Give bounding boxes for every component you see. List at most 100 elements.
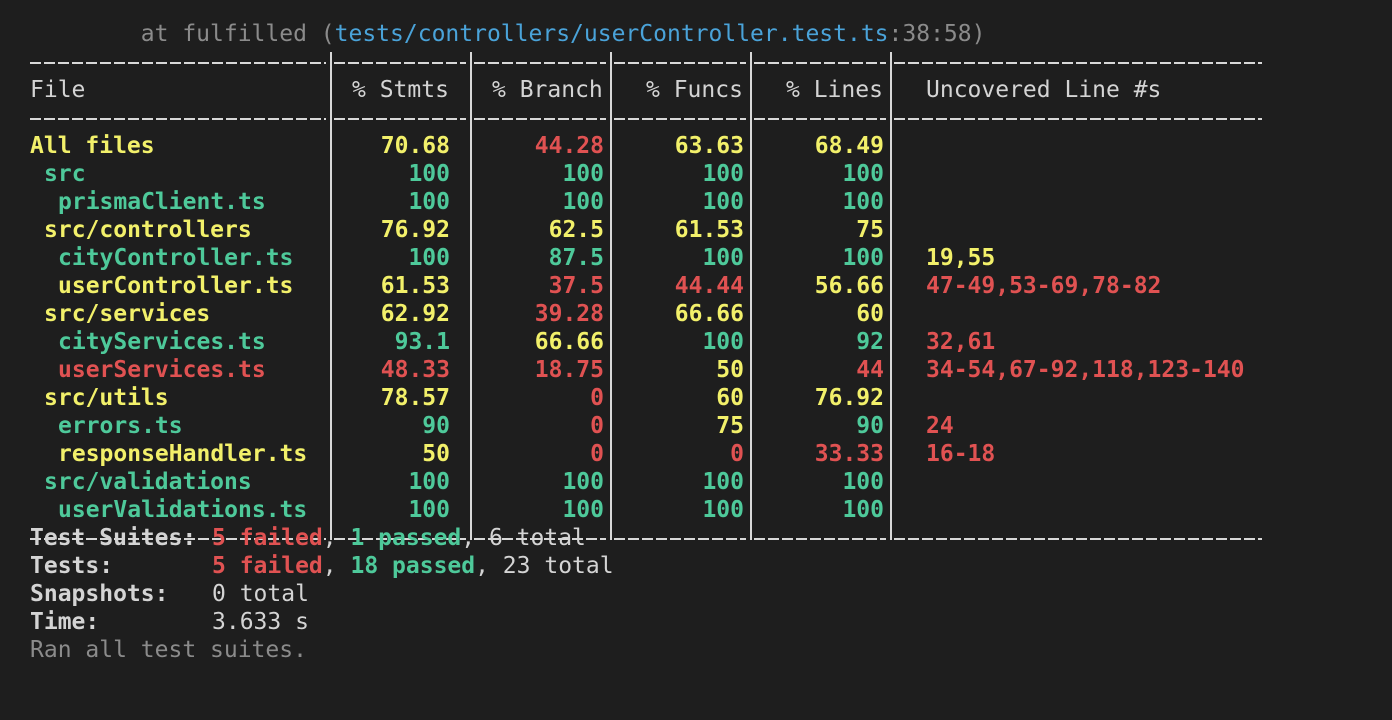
coverage-funcs: 50 xyxy=(716,357,744,383)
table-row: cityController.ts 100 87.5 100 100 19,55 xyxy=(30,244,1370,272)
summary-tests: Tests: 5 failed, 18 passed, 23 total xyxy=(30,552,1370,580)
table-top-rule-segment xyxy=(754,62,886,64)
table-row: userServices.ts 48.33 18.75 50 44 34-54,67-92… xyxy=(30,356,1370,384)
file-name[interactable]: cityController.ts xyxy=(58,244,293,272)
coverage-lines: 100 xyxy=(842,497,884,523)
coverage-funcs: 100 xyxy=(702,189,744,215)
coverage-branch: 66.66 xyxy=(534,329,604,355)
table-header-rule-segment xyxy=(334,118,466,120)
file-name[interactable]: src/validations xyxy=(44,468,252,496)
coverage-branch: 0 xyxy=(590,441,604,467)
file-name[interactable]: All files xyxy=(30,132,155,160)
summary-test-suites: Test Suites: 5 failed, 1 passed, 6 total xyxy=(30,524,1370,552)
file-name[interactable]: userController.ts xyxy=(58,272,293,300)
table-row: src/controllers 76.92 62.5 61.53 75 xyxy=(30,216,1370,244)
summary-suites-sep: , xyxy=(322,525,351,551)
table-row: userController.ts 61.53 37.5 44.44 56.66 47-4… xyxy=(30,272,1370,300)
summary-suites-passed: 1 passed xyxy=(350,525,462,551)
table-header-rule-segment xyxy=(474,118,606,120)
summary-ran: Ran all test suites. xyxy=(30,637,307,663)
summary-tests-passed: 18 passed xyxy=(350,553,476,579)
summary-suites-total: , 6 total xyxy=(461,525,586,551)
table-top-rule-segment xyxy=(894,62,1262,64)
summary-suites-label: Test Suites: xyxy=(30,525,197,551)
coverage-stmts: 50 xyxy=(422,441,450,467)
table-header-rule-segment xyxy=(754,118,886,120)
coverage-funcs: 75 xyxy=(716,413,744,439)
header-cell: File xyxy=(30,77,86,103)
table-row: src/utils 78.57 0 60 76.92 xyxy=(30,384,1370,412)
table-row: responseHandler.ts 50 0 0 33.33 16-18 xyxy=(30,440,1370,468)
coverage-branch: 100 xyxy=(562,497,604,523)
uncovered-lines: 47-49,53-69,78-82 xyxy=(926,273,1162,299)
table-row: src/validations 100 100 100 100 xyxy=(30,468,1370,496)
coverage-branch: 37.5 xyxy=(548,273,604,299)
summary-snapshots: Snapshots: 0 total xyxy=(30,580,1370,608)
uncovered-lines: 32,61 xyxy=(926,329,996,355)
terminal-output: at fulfilled (tests/controllers/userCont… xyxy=(30,0,1370,664)
file-name[interactable]: cityServices.ts xyxy=(58,328,266,356)
file-name[interactable]: src/controllers xyxy=(44,216,252,244)
coverage-stmts: 76.92 xyxy=(380,217,450,243)
coverage-stmts: 48.33 xyxy=(380,357,450,383)
coverage-lines: 75 xyxy=(856,217,884,243)
coverage-lines: 68.49 xyxy=(814,133,884,159)
coverage-stmts: 100 xyxy=(408,497,450,523)
coverage-funcs: 0 xyxy=(730,441,744,467)
table-top-rule-segment xyxy=(334,62,466,64)
coverage-funcs: 61.53 xyxy=(674,217,744,243)
coverage-table: File % Stmts % Branch % Funcs % Lines Uncover… xyxy=(30,48,1370,540)
file-name[interactable]: userValidations.ts xyxy=(58,496,307,524)
file-name[interactable]: prismaClient.ts xyxy=(58,188,266,216)
table-row: cityServices.ts 93.1 66.66 100 92 32,61 xyxy=(30,328,1370,356)
header-cell: Uncovered Line #s xyxy=(926,77,1162,103)
table-row: src/services 62.92 39.28 66.66 60 xyxy=(30,300,1370,328)
header-cell: % Stmts xyxy=(352,77,449,103)
table-row: All files 70.68 44.28 63.63 68.49 xyxy=(30,132,1370,160)
coverage-stmts: 100 xyxy=(408,161,450,187)
file-name[interactable]: userServices.ts xyxy=(58,356,266,384)
coverage-branch: 39.28 xyxy=(534,301,604,327)
coverage-stmts: 61.53 xyxy=(380,273,450,299)
summary-time-label: Time: xyxy=(30,609,100,635)
uncovered-lines: 16-18 xyxy=(926,441,996,467)
stack-trace-line: at fulfilled (tests/controllers/userCont… xyxy=(30,0,1370,47)
table-header-row: File % Stmts % Branch % Funcs % Lines Uncover… xyxy=(30,76,1370,104)
file-name[interactable]: src/services xyxy=(44,300,210,328)
uncovered-lines: 19,55 xyxy=(926,245,996,271)
column-separator xyxy=(610,52,612,540)
summary-snapshots-label: Snapshots: xyxy=(30,581,169,607)
table-row: userValidations.ts 100 100 100 100 xyxy=(30,496,1370,524)
summary-suites-failed: 5 failed xyxy=(212,525,323,551)
file-name[interactable]: errors.ts xyxy=(58,412,183,440)
coverage-branch: 62.5 xyxy=(548,217,604,243)
header-cell: % Lines xyxy=(786,77,883,103)
file-name[interactable]: src xyxy=(44,160,86,188)
coverage-funcs: 100 xyxy=(702,245,744,271)
table-top-rule-segment xyxy=(474,62,606,64)
coverage-funcs: 66.66 xyxy=(674,301,744,327)
coverage-branch: 0 xyxy=(590,413,604,439)
coverage-funcs: 100 xyxy=(702,329,744,355)
summary-time-value: 3.633 s xyxy=(212,609,309,635)
coverage-branch: 18.75 xyxy=(534,357,604,383)
table-row: src 100 100 100 100 xyxy=(30,160,1370,188)
coverage-lines: 90 xyxy=(856,413,884,439)
coverage-branch: 100 xyxy=(562,189,604,215)
coverage-funcs: 60 xyxy=(716,385,744,411)
file-name[interactable]: src/utils xyxy=(44,384,169,412)
coverage-stmts: 100 xyxy=(408,469,450,495)
coverage-funcs: 63.63 xyxy=(674,133,744,159)
coverage-lines: 44 xyxy=(856,357,884,383)
summary-snapshots-value: 0 total xyxy=(212,581,309,607)
coverage-funcs: 100 xyxy=(702,161,744,187)
coverage-funcs: 100 xyxy=(702,469,744,495)
table-top-rule-segment xyxy=(30,62,326,64)
coverage-branch: 0 xyxy=(590,385,604,411)
header-cell: % Branch xyxy=(492,77,603,103)
coverage-branch: 100 xyxy=(562,161,604,187)
coverage-stmts: 100 xyxy=(408,245,450,271)
file-name[interactable]: responseHandler.ts xyxy=(58,440,307,468)
table-top-rule-segment xyxy=(614,62,746,64)
